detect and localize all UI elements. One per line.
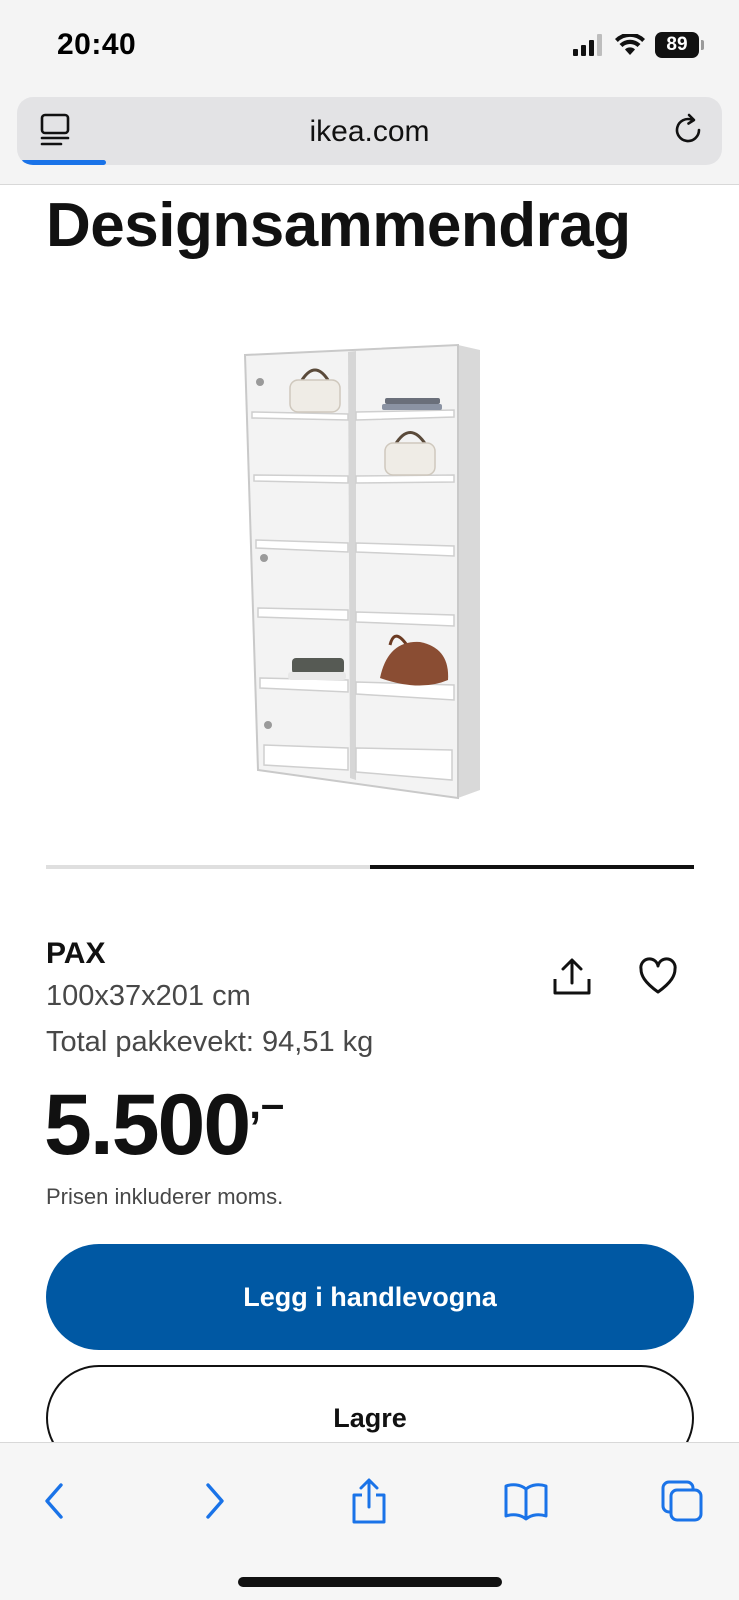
status-time: 20:40 (57, 28, 137, 61)
add-to-cart-label: Legg i handlevogna (243, 1281, 497, 1312)
product-weight: Total pakkevekt: 94,51 kg (46, 1026, 374, 1058)
forward-button[interactable] (184, 1471, 244, 1531)
share-icon[interactable] (550, 955, 594, 999)
product-dimensions: 100x37x201 cm (46, 980, 251, 1012)
back-button[interactable] (25, 1471, 85, 1531)
page-title: Designsammendrag (46, 191, 631, 260)
back-icon (45, 1483, 63, 1519)
bookmarks-icon (504, 1483, 548, 1521)
url-bar[interactable]: ikea.com (17, 97, 722, 165)
status-bar: 20:40 89 (0, 0, 739, 92)
bookmarks-button[interactable] (496, 1471, 556, 1531)
tabs-icon (661, 1480, 703, 1522)
favorite-heart-icon[interactable] (636, 955, 680, 999)
browser-bottom-toolbar (0, 1442, 739, 1600)
carousel-indicator[interactable] (46, 865, 694, 869)
load-progress-bar (21, 160, 106, 165)
share-icon (352, 1478, 386, 1524)
price-value: 5.500 (44, 1077, 251, 1173)
signal-icon (573, 34, 602, 56)
reload-icon[interactable] (670, 112, 706, 148)
product-image (243, 343, 480, 800)
carousel-active-segment (370, 865, 694, 869)
product-name: PAX (46, 937, 106, 970)
browser-top-bar: ikea.com (0, 92, 739, 185)
save-label: Lagre (333, 1402, 407, 1433)
status-icons: 89 (573, 30, 704, 60)
price-suffix: ,– (249, 1080, 285, 1127)
home-indicator (238, 1577, 502, 1587)
product-price: 5.500,– (44, 1076, 284, 1175)
wifi-icon (615, 34, 645, 55)
url-text[interactable]: ikea.com (17, 115, 722, 149)
tabs-button[interactable] (652, 1471, 712, 1531)
forward-icon (206, 1483, 224, 1519)
add-to-cart-button[interactable]: Legg i handlevogna (46, 1244, 694, 1350)
price-note: Prisen inkluderer moms. (46, 1184, 284, 1209)
share-page-button[interactable] (339, 1471, 399, 1531)
battery-level: 89 (666, 34, 688, 55)
battery-icon: 89 (655, 32, 704, 58)
